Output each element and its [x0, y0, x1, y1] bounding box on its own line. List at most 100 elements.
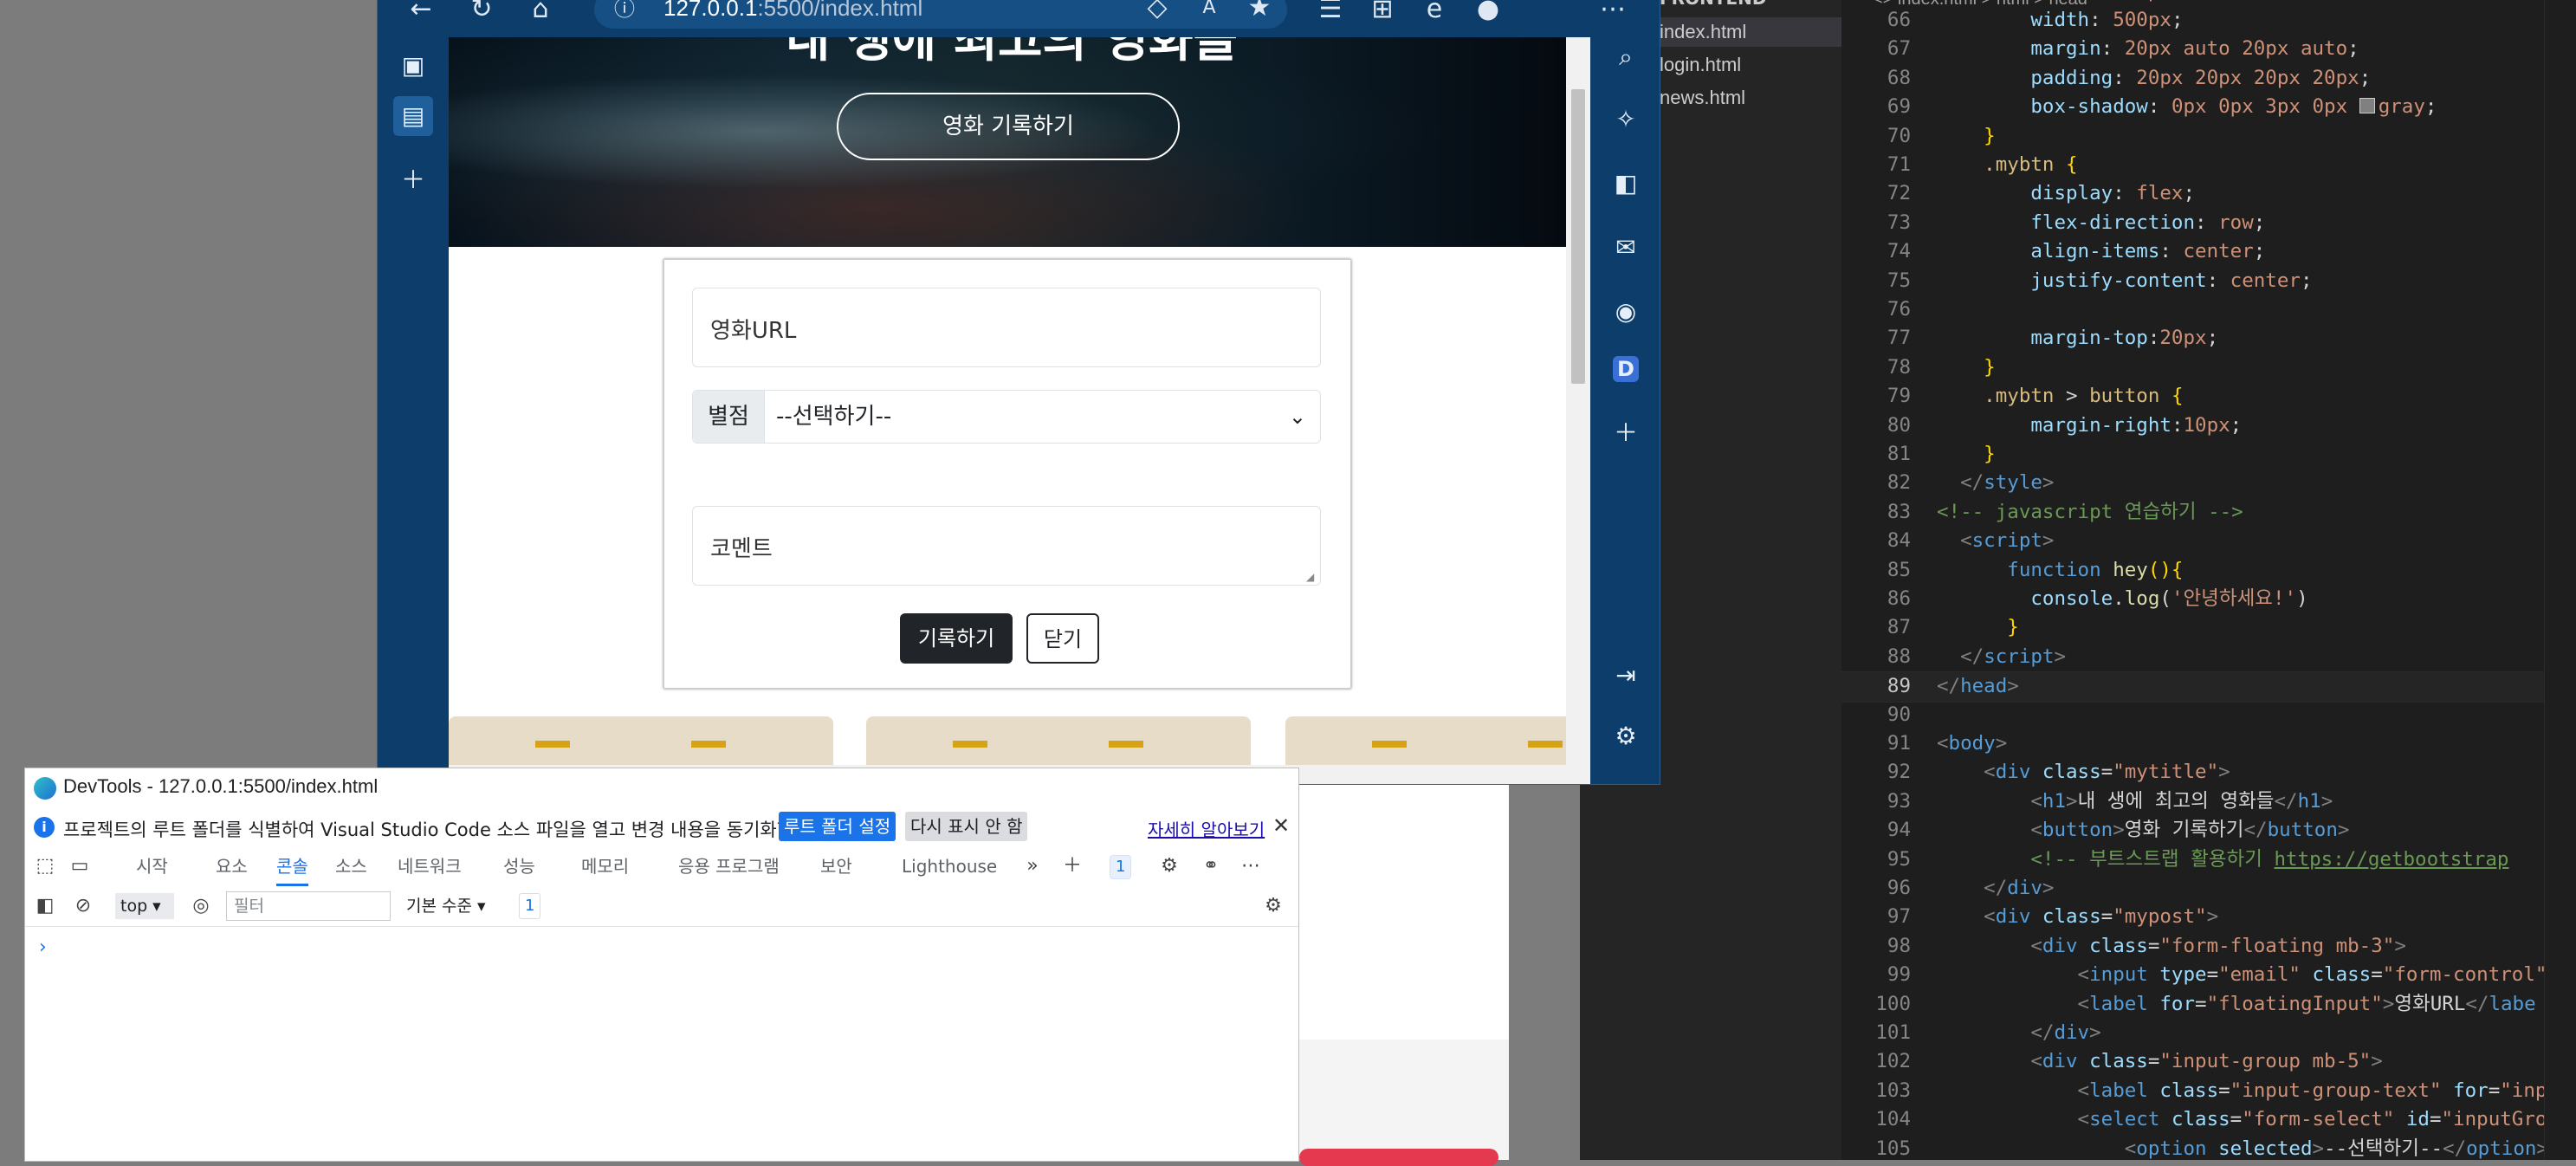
code-line[interactable]: 72 display: flex;: [1841, 179, 2576, 208]
code-line[interactable]: 98 <div class="form-floating mb-3">: [1841, 932, 2576, 961]
clear-console-icon[interactable]: ⊘: [70, 893, 96, 919]
home-icon[interactable]: ⌂: [523, 0, 558, 27]
code-line[interactable]: 65 width: 500px;: [1841, 0, 2576, 6]
back-icon[interactable]: ←: [404, 0, 438, 27]
code-line[interactable]: 86 console.log('안녕하세요!'): [1841, 585, 2576, 613]
live-expression-eye-icon[interactable]: ◎: [188, 893, 214, 919]
tab-security[interactable]: 보안: [820, 846, 852, 886]
vertical-scroll-thumb[interactable]: [1571, 89, 1585, 384]
save-record-button[interactable]: 기록하기: [900, 613, 1013, 664]
code-line[interactable]: 94 <button>영화 기록하기</button>: [1841, 816, 2576, 845]
site-info-icon[interactable]: ⓘ: [612, 0, 638, 22]
tab-application[interactable]: 응용 프로그램: [678, 846, 780, 886]
dont-show-again-button[interactable]: 다시 표시 안 함: [905, 812, 1028, 841]
log-level-select[interactable]: 기본 수준 ▾: [406, 893, 486, 919]
code-line[interactable]: 68 padding: 20px 20px 20px 20px;: [1841, 64, 2576, 93]
learn-more-link[interactable]: 자세히 알아보기: [1148, 816, 1265, 841]
movie-card[interactable]: [866, 716, 1251, 765]
code-editor[interactable]: <> index.html > html > head 65 width: 50…: [1841, 0, 2576, 1160]
code-line[interactable]: 80 margin-right:10px;: [1841, 411, 2576, 440]
movie-card[interactable]: [449, 716, 833, 765]
inspect-element-icon[interactable]: ⬚: [32, 853, 58, 879]
tab-network[interactable]: 네트워크: [398, 846, 462, 886]
code-line[interactable]: 87 }: [1841, 613, 2576, 642]
code-line[interactable]: 101 </div>: [1841, 1019, 2576, 1047]
code-line[interactable]: 93 <h1>내 생에 최고의 영화들</h1>: [1841, 787, 2576, 816]
github-icon[interactable]: ◉: [1606, 292, 1646, 332]
more-tabs-icon[interactable]: »: [1019, 853, 1045, 879]
code-line[interactable]: 70 }: [1841, 122, 2576, 151]
console-prompt-icon[interactable]: ›: [39, 936, 47, 958]
new-tab-icon[interactable]: ＋: [393, 160, 433, 200]
code-line[interactable]: 69 box-shadow: 0px 0px 3px 0px gray;: [1841, 93, 2576, 121]
code-line[interactable]: 78 }: [1841, 353, 2576, 382]
code-line[interactable]: 71 .mybtn {: [1841, 151, 2576, 179]
code-line[interactable]: 90: [1841, 701, 2576, 729]
favorites-list-icon[interactable]: ☰: [1313, 0, 1348, 27]
tab-welcome[interactable]: 시작: [136, 846, 168, 886]
code-line[interactable]: 89 </head>: [1841, 671, 2576, 703]
code-line[interactable]: 66 width: 500px;: [1841, 6, 2576, 35]
code-line[interactable]: 74 align-items: center;: [1841, 237, 2576, 266]
tab-console[interactable]: 콘솔: [276, 846, 308, 886]
edge-icon[interactable]: e: [1417, 0, 1452, 27]
tab-lighthouse[interactable]: Lighthouse: [902, 846, 997, 886]
code-line[interactable]: 92 <div class="mytitle">: [1841, 758, 2576, 787]
add-tab-icon[interactable]: ＋: [1059, 853, 1085, 879]
collections-icon[interactable]: ⊞: [1365, 0, 1400, 27]
vertical-scrollbar[interactable]: [1566, 37, 1590, 765]
console-filter-input[interactable]: 필터: [226, 891, 391, 921]
code-line[interactable]: 104 <select class="form-select" id="inpu…: [1841, 1105, 2576, 1134]
code-line[interactable]: 84 <script>: [1841, 527, 2576, 555]
tab-elements[interactable]: 요소: [216, 846, 248, 886]
code-line[interactable]: 77 margin-top:20px;: [1841, 324, 2576, 353]
more-menu-icon[interactable]: ⋯: [1595, 0, 1630, 27]
read-aloud-icon[interactable]: A: [1192, 0, 1227, 25]
settings-gear-icon[interactable]: ⚙: [1606, 716, 1646, 756]
movie-url-input[interactable]: 영화URL: [692, 288, 1321, 367]
chevron-down-icon[interactable]: ⌄: [1289, 391, 1306, 443]
tab-performance[interactable]: 성능: [503, 846, 535, 886]
code-line[interactable]: 67 margin: 20px auto 20px auto;: [1841, 35, 2576, 63]
outlook-icon[interactable]: ✉: [1606, 228, 1646, 268]
resize-handle-icon[interactable]: ◢: [1306, 571, 1318, 583]
comment-textarea[interactable]: 코멘트 ◢: [692, 506, 1321, 586]
more-options-icon[interactable]: ⋯: [1238, 853, 1264, 879]
context-select[interactable]: top ▾: [115, 893, 174, 919]
sidebar-toggle-icon[interactable]: ◧: [32, 893, 58, 919]
office-icon[interactable]: ◧: [1606, 164, 1646, 204]
console-settings-gear-icon[interactable]: ⚙: [1260, 893, 1286, 919]
code-line[interactable]: 95 <!-- 부트스트랩 활용하기 https://getbootstrap: [1841, 845, 2576, 874]
message-count-badge[interactable]: 1: [519, 893, 541, 919]
issues-badge[interactable]: 1: [1110, 855, 1132, 879]
refresh-icon[interactable]: ↻: [464, 0, 499, 27]
tab-actions-icon[interactable]: ▣: [393, 46, 433, 86]
code-line[interactable]: 85 function hey(){: [1841, 556, 2576, 585]
settings-gear-icon[interactable]: ⚙: [1156, 853, 1182, 879]
tab-memory[interactable]: 메모리: [581, 846, 629, 886]
copilot-icon[interactable]: ✧: [1606, 100, 1646, 139]
code-line[interactable]: 88 </script>: [1841, 643, 2576, 671]
app-d-icon[interactable]: D: [1613, 356, 1639, 382]
favorite-star-icon[interactable]: ★: [1242, 0, 1277, 25]
code-line[interactable]: 102 <div class="input-group mb-5">: [1841, 1047, 2576, 1076]
code-line[interactable]: 82 </style>: [1841, 469, 2576, 497]
code-line[interactable]: 99 <input type="email" class="form-contr…: [1841, 961, 2576, 989]
tab-sources[interactable]: 소스: [335, 846, 367, 886]
connect-icon[interactable]: ⚭: [1198, 853, 1224, 879]
editor-minimap[interactable]: [2544, 0, 2576, 1160]
code-line[interactable]: 96 </div>: [1841, 874, 2576, 903]
code-line[interactable]: 103 <label class="input-group-text" for=…: [1841, 1077, 2576, 1105]
code-line[interactable]: 83 <!-- javascript 연습하기 -->: [1841, 498, 2576, 527]
code-line[interactable]: 75 justify-content: center;: [1841, 267, 2576, 295]
code-line[interactable]: 100 <label for="floatingInput">영화URL</la…: [1841, 990, 2576, 1019]
record-movie-button[interactable]: 영화 기록하기: [837, 93, 1180, 160]
address-bar[interactable]: ⓘ 127.0.0.1:5500/index.html ◇ A ★: [594, 0, 1287, 29]
add-app-icon[interactable]: ＋: [1606, 413, 1646, 453]
hide-sidebar-icon[interactable]: ⇥: [1606, 656, 1646, 696]
active-tab-page-icon[interactable]: ▤: [393, 96, 433, 136]
code-line[interactable]: 76: [1841, 295, 2576, 324]
search-icon[interactable]: ⌕: [1606, 37, 1646, 77]
close-icon[interactable]: ✕: [1272, 813, 1290, 838]
code-line[interactable]: 97 <div class="mypost">: [1841, 903, 2576, 931]
